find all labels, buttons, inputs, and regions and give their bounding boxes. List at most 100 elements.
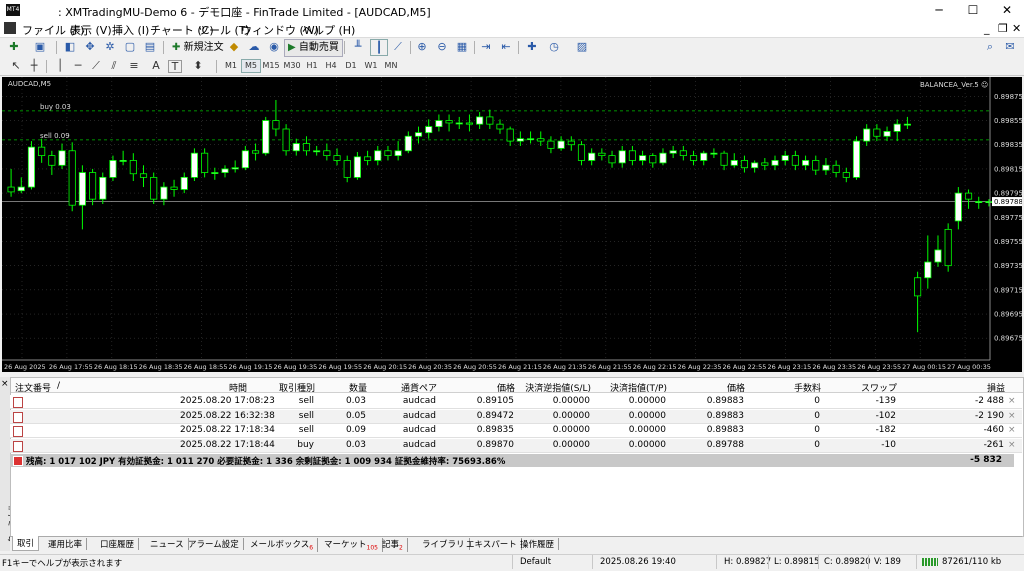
signals-icon[interactable]: ◉ (266, 39, 282, 54)
timeframe-m30[interactable]: M30 (283, 59, 301, 73)
tile-windows-icon[interactable]: ▦ (454, 39, 470, 54)
terminal-tab[interactable]: 運用比率 (44, 538, 88, 550)
timeframe-w1[interactable]: W1 (362, 59, 380, 73)
header-order[interactable]: 注文番号 (15, 381, 51, 394)
menu-view[interactable]: 表示 (V) (70, 22, 112, 38)
cursor-icon[interactable]: ↖ (8, 58, 24, 73)
zoom-out-icon[interactable]: ⊖ (434, 39, 450, 54)
terminal-tab[interactable]: メールボックス6 (246, 538, 319, 552)
candlestick-chart-icon[interactable]: ┃ (370, 39, 388, 56)
bar-chart-icon[interactable]: ╨ (350, 39, 366, 54)
timeframe-mn[interactable]: MN (382, 59, 400, 73)
terminal-tab-label: メールボックス (250, 540, 310, 550)
x-tick-label: 27 Aug 00:35 (947, 363, 991, 371)
metaeditor-icon[interactable]: ◆ (226, 39, 242, 54)
auto-trading-button[interactable]: ▶ 自動売買 (284, 39, 343, 57)
header-swap[interactable]: スワップ (847, 381, 897, 394)
candle-body (364, 156, 372, 161)
text-tool-icon[interactable]: A (148, 58, 164, 73)
crosshair-icon[interactable]: ┼ (26, 58, 42, 73)
candle-body (374, 150, 382, 161)
terminal-tab[interactable]: ニュース (146, 538, 189, 550)
terminal-tab[interactable]: 操作履歴 (516, 538, 560, 550)
mdi-restore-button[interactable]: ❐ (998, 22, 1008, 35)
close-order-button[interactable]: × (1008, 411, 1016, 421)
header-time[interactable]: 時間 (181, 381, 247, 394)
timeframe-m1[interactable]: M1 (222, 59, 240, 73)
market-watch-icon[interactable]: ◧ (62, 39, 78, 54)
order-row[interactable]: 2025.08.22 17:18:44 buy 0.03 audcad 0.89870 0… (10, 438, 1022, 453)
cell-commission: 0 (814, 425, 820, 435)
mdi-close-button[interactable]: ✕ (1012, 22, 1021, 35)
menu-insert[interactable]: 挿入 (I) (112, 22, 149, 38)
terminal-tab[interactable]: 記事2 (378, 538, 408, 552)
search-icon[interactable]: ⌕ (982, 39, 998, 54)
timeframe-m15[interactable]: M15 (262, 59, 280, 73)
header-type[interactable]: 取引種別 (261, 381, 315, 394)
close-order-button[interactable]: × (1008, 440, 1016, 450)
minimize-button[interactable]: ─ (922, 0, 956, 20)
order-row[interactable]: 2025.08.22 16:32:38 sell 0.05 audcad 0.89472… (10, 409, 1022, 424)
community-icon[interactable]: ☁ (246, 39, 262, 54)
header-commission[interactable]: 手数料 (771, 381, 821, 394)
candle-body (384, 150, 392, 157)
timeframe-d1[interactable]: D1 (342, 59, 360, 73)
new-order-button[interactable]: ✚ 新規注文 (168, 39, 228, 57)
header-stop-loss[interactable]: 決済逆指値(S/L) (511, 381, 591, 394)
header-profit[interactable]: 損益 (947, 381, 1005, 394)
trendline-icon[interactable]: ⟋ (88, 58, 104, 73)
cell-take-profit: 0.00000 (628, 396, 666, 406)
auto-scroll-icon[interactable]: ⇥ (478, 39, 494, 54)
indicators-icon[interactable]: ✚ (524, 39, 540, 54)
menu-help[interactable]: ヘルプ (H) (302, 22, 355, 38)
data-window-icon[interactable]: ✥ (82, 39, 98, 54)
line-chart-icon[interactable]: ⟋ (390, 39, 406, 54)
terminal-tab[interactable]: 取引 (12, 536, 40, 551)
timeframe-h1[interactable]: H1 (303, 59, 321, 73)
templates-icon[interactable]: ▨ (574, 39, 590, 54)
fibonacci-icon[interactable]: ≡ (126, 58, 142, 73)
order-row[interactable]: 2025.08.20 17:08:23 sell 0.03 audcad 0.89105… (10, 395, 1022, 409)
terminal-icon[interactable]: ▢ (122, 39, 138, 54)
price-chart[interactable]: 0.89875 0.89855 0.89835 0.89815 0.89795 0.897… (2, 77, 1022, 372)
cell-commission: 0 (814, 396, 820, 406)
horizontal-line-icon[interactable]: ─ (70, 58, 86, 73)
order-row[interactable]: 2025.08.22 17:18:34 sell 0.09 audcad 0.89835… (10, 424, 1022, 438)
chat-icon[interactable]: ✉ (1002, 39, 1018, 54)
timeframe-h4[interactable]: H4 (322, 59, 340, 73)
strategy-tester-icon[interactable]: ▤ (142, 39, 158, 54)
close-button[interactable]: ✕ (990, 0, 1024, 20)
header-take-profit[interactable]: 決済指値(T/P) (591, 381, 667, 394)
timeframe-m5[interactable]: M5 (241, 59, 261, 73)
candle-body (476, 116, 484, 125)
navigator-icon[interactable]: ✲ (102, 39, 118, 54)
arrows-icon[interactable]: ⬍ (190, 58, 206, 73)
chart-window-icon[interactable] (4, 22, 16, 34)
header-price[interactable]: 価格 (461, 381, 515, 394)
terminal-tab[interactable]: エキスパート (462, 538, 522, 550)
terminal-tab[interactable]: マーケット105 (320, 538, 383, 552)
header-symbol[interactable]: 通貨ペア (391, 381, 437, 394)
candle-body (343, 160, 351, 178)
periods-icon[interactable]: ◷ (546, 39, 562, 54)
new-chart-icon[interactable]: ✚ (6, 39, 22, 54)
terminal-tab[interactable]: 口座履歴 (96, 538, 140, 550)
header-size[interactable]: 数量 (327, 381, 367, 394)
candle-body (710, 152, 718, 155)
terminal-close-button[interactable]: × (1, 379, 9, 389)
terminal-tab[interactable]: アラーム設定 (184, 538, 244, 550)
close-order-button[interactable]: × (1008, 425, 1016, 435)
equidistant-channel-icon[interactable]: ⫽ (106, 58, 122, 73)
mdi-minimize-button[interactable]: _ (984, 22, 990, 35)
candlestick-chart-svg[interactable]: 0.898750.898550.898350.898150.897950.897… (2, 77, 1022, 372)
terminal-tab-label: ライブラリ (422, 540, 465, 550)
profiles-icon[interactable]: ▣ (32, 39, 48, 54)
chart-shift-icon[interactable]: ⇤ (498, 39, 514, 54)
maximize-button[interactable]: ☐ (956, 0, 990, 20)
close-order-button[interactable]: × (1008, 396, 1016, 406)
vertical-line-icon[interactable]: │ (52, 58, 68, 73)
header-current-price[interactable]: 価格 (691, 381, 745, 394)
text-label-icon[interactable]: T (168, 60, 182, 73)
zoom-in-icon[interactable]: ⊕ (414, 39, 430, 54)
chart-grid (2, 77, 990, 360)
